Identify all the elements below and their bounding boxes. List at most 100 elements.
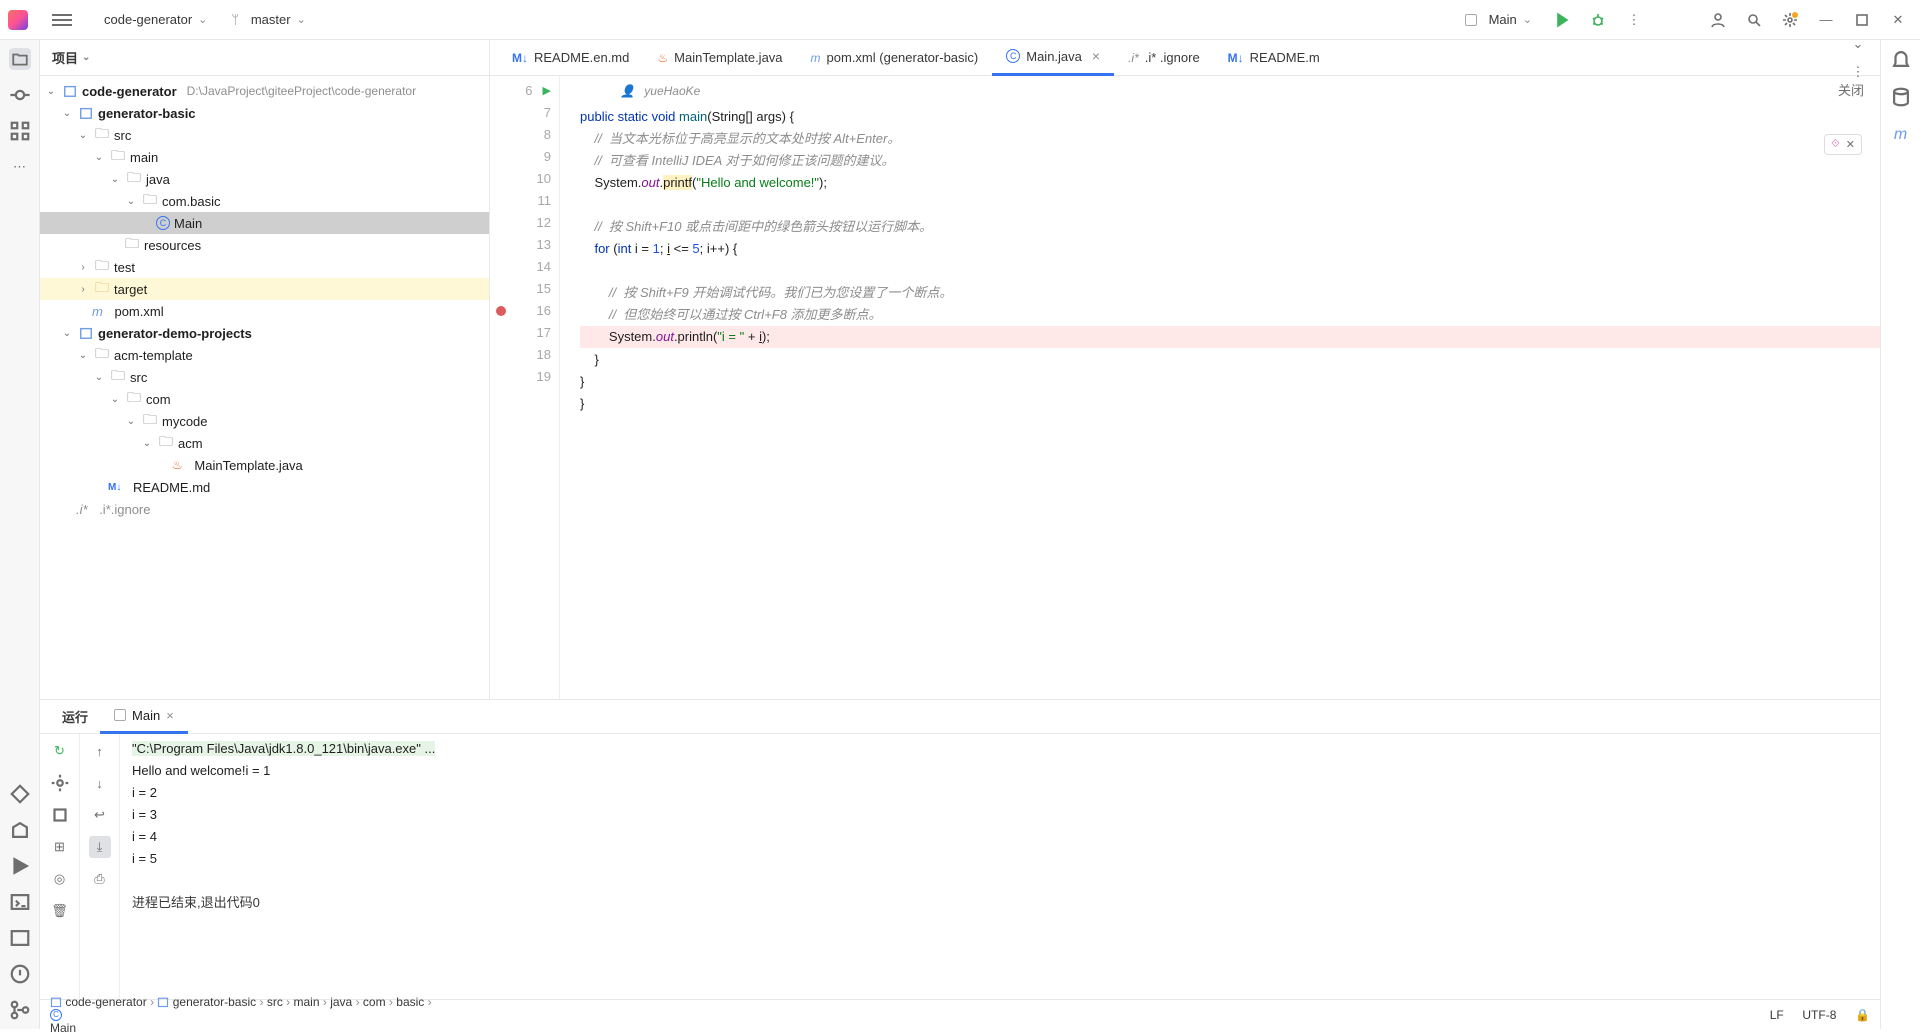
tree-item[interactable]: ⌄generator-demo-projects (40, 322, 489, 344)
run-panel: 运行 Main× ↻ ⊞ ◎ 🗑 ↑ ↓ ↩ ⤓ ⎙ (40, 699, 1880, 999)
tree-item[interactable]: ⌄🗀com (40, 388, 489, 410)
tree-item[interactable]: 🗀resources (40, 234, 489, 256)
hamburger-menu-icon[interactable] (52, 14, 72, 26)
database-icon[interactable] (1890, 86, 1912, 108)
status-lf[interactable]: LF (1770, 1008, 1784, 1022)
editor-tab[interactable]: CMain.java× (992, 40, 1114, 76)
tree-item[interactable]: M↓ README.md (40, 476, 489, 498)
project-tool-icon[interactable] (9, 48, 31, 70)
pin-icon[interactable]: ◎ (49, 868, 71, 890)
database-tool-icon[interactable] (9, 927, 31, 949)
run-tool-buttons: ↻ ⊞ ◎ 🗑 (40, 734, 80, 999)
inspection-indicator[interactable]: ⟐✕ (1824, 134, 1862, 155)
tree-item[interactable]: m pom.xml (40, 300, 489, 322)
breadcrumb-item[interactable]: java (330, 995, 352, 1009)
breadcrumb-item[interactable]: code-generator (50, 995, 147, 1009)
breadcrumb-item[interactable]: generator-basic (157, 995, 256, 1009)
tree-item[interactable]: ⌄🗀acm (40, 432, 489, 454)
editor-gutter[interactable]: 6▶78910111213141516171819 (490, 76, 560, 699)
tab-close-icon[interactable]: × (1092, 48, 1100, 64)
tree-item[interactable]: ⌄generator-basic (40, 102, 489, 124)
breadcrumb-item[interactable]: com (363, 995, 386, 1009)
left-tool-strip: ⋯ (0, 40, 40, 1029)
editor-tab[interactable]: .i*.i* .ignore (1114, 40, 1214, 76)
console-output[interactable]: "C:\Program Files\Java\jdk1.8.0_121\bin\… (120, 734, 1880, 999)
run-tab[interactable]: Main× (100, 700, 188, 734)
status-encoding[interactable]: UTF-8 (1802, 1008, 1836, 1022)
tree-item[interactable]: ⌄🗀src (40, 366, 489, 388)
layout-icon[interactable]: ⊞ (49, 836, 71, 858)
soft-wrap-icon[interactable]: ↩ (89, 804, 111, 826)
breadcrumb-item[interactable]: src (267, 995, 283, 1009)
delete-icon[interactable]: 🗑 (49, 900, 71, 922)
right-tool-strip: m (1880, 40, 1920, 1029)
structure-tool-icon[interactable] (9, 120, 31, 142)
settings-icon[interactable] (1776, 6, 1804, 34)
more-tool-icon[interactable]: ⋯ (9, 156, 31, 178)
commit-tool-icon[interactable] (9, 84, 31, 106)
tree-item[interactable]: ›🗀test (40, 256, 489, 278)
run-panel-tabs: 运行 Main× (40, 700, 1880, 734)
editor-close-label[interactable]: 关闭 (1838, 80, 1864, 99)
notifications-icon[interactable] (1890, 48, 1912, 70)
project-selector[interactable]: code-generator (96, 8, 215, 31)
editor-tabs: M↓README.en.md♨MainTemplate.javampom.xml… (490, 40, 1880, 76)
editor-tab[interactable]: ♨MainTemplate.java (643, 40, 796, 76)
tree-item[interactable]: ⌄🗀src (40, 124, 489, 146)
tree-item[interactable]: ⌄🗀com.basic (40, 190, 489, 212)
project-panel-header[interactable]: 项目⌄ (40, 40, 489, 76)
tree-item[interactable]: ⌄🗀acm-template (40, 344, 489, 366)
editor-tab[interactable]: M↓README.m (1214, 40, 1334, 76)
console-tool-buttons: ↑ ↓ ↩ ⤓ ⎙ (80, 734, 120, 999)
editor-area: M↓README.en.md♨MainTemplate.javampom.xml… (490, 40, 1880, 699)
breadcrumb-item[interactable]: main (294, 995, 320, 1009)
branch-selector[interactable]: ᛘ master (223, 8, 313, 31)
search-icon[interactable] (1740, 6, 1768, 34)
breadcrumb-item[interactable]: basic (396, 995, 424, 1009)
build-tool-icon[interactable] (9, 819, 31, 841)
tree-item[interactable]: ⌄🗀java (40, 168, 489, 190)
debug-icon[interactable] (1584, 6, 1612, 34)
tree-item[interactable]: ⌄🗀mycode (40, 410, 489, 432)
author-icon: 👤 (620, 80, 635, 102)
tree-item[interactable]: ⌄🗀main (40, 146, 489, 168)
print-icon[interactable]: ⎙ (89, 868, 111, 890)
services-tool-icon[interactable] (9, 783, 31, 805)
editor-code[interactable]: 👤 yueHaoKepublic static void main(String… (560, 76, 1880, 699)
run-icon[interactable] (1548, 6, 1576, 34)
close-window-icon[interactable]: ✕ (1884, 6, 1912, 34)
app-logo-icon (8, 10, 28, 30)
status-lock-icon[interactable]: 🔒 (1855, 1008, 1870, 1022)
rerun-icon[interactable]: ↻ (49, 740, 71, 762)
run-panel-title: 运行 (50, 707, 100, 726)
editor-tab[interactable]: mpom.xml (generator-basic) (797, 40, 993, 76)
editor-body[interactable]: 6▶78910111213141516171819 👤 yueHaoKepubl… (490, 76, 1880, 699)
run-config-selector[interactable]: Main (1457, 8, 1540, 31)
tree-item[interactable]: ♨ MainTemplate.java (40, 454, 489, 476)
tree-item[interactable]: ›🗀target (40, 278, 489, 300)
tree-item-selected[interactable]: CMain (40, 212, 489, 234)
account-icon[interactable] (1704, 6, 1732, 34)
scroll-up-icon[interactable]: ↑ (89, 740, 111, 762)
problems-tool-icon[interactable] (9, 963, 31, 985)
branch-name: master (251, 12, 291, 27)
run-settings-icon[interactable] (49, 772, 71, 794)
minimize-icon[interactable]: — (1812, 6, 1840, 34)
stop-icon[interactable] (49, 804, 71, 826)
project-tree[interactable]: ⌄code-generatorD:\JavaProject\giteeProje… (40, 76, 489, 699)
tree-root[interactable]: ⌄code-generatorD:\JavaProject\giteeProje… (40, 80, 489, 102)
terminal-tool-icon[interactable] (9, 891, 31, 913)
more-actions-icon[interactable]: ⋮ (1620, 6, 1648, 34)
scroll-down-icon[interactable]: ↓ (89, 772, 111, 794)
scroll-end-icon[interactable]: ⤓ (89, 836, 111, 858)
status-bar: code-generator › generator-basic › src ›… (40, 999, 1880, 1029)
project-panel: 项目⌄ ⌄code-generatorD:\JavaProject\giteeP… (40, 40, 490, 699)
top-bar: code-generator ᛘ master Main ⋮ — ✕ (0, 0, 1920, 40)
breadcrumb-item[interactable]: C Main (50, 1009, 432, 1035)
run-tool-icon[interactable] (9, 855, 31, 877)
vcs-tool-icon[interactable] (9, 999, 31, 1021)
maven-icon[interactable]: m (1890, 124, 1912, 146)
editor-tab[interactable]: M↓README.en.md (498, 40, 643, 76)
tabs-dropdown-icon[interactable]: ⌄ (1844, 30, 1872, 58)
tree-item[interactable]: .i* .i*.ignore (40, 498, 489, 520)
